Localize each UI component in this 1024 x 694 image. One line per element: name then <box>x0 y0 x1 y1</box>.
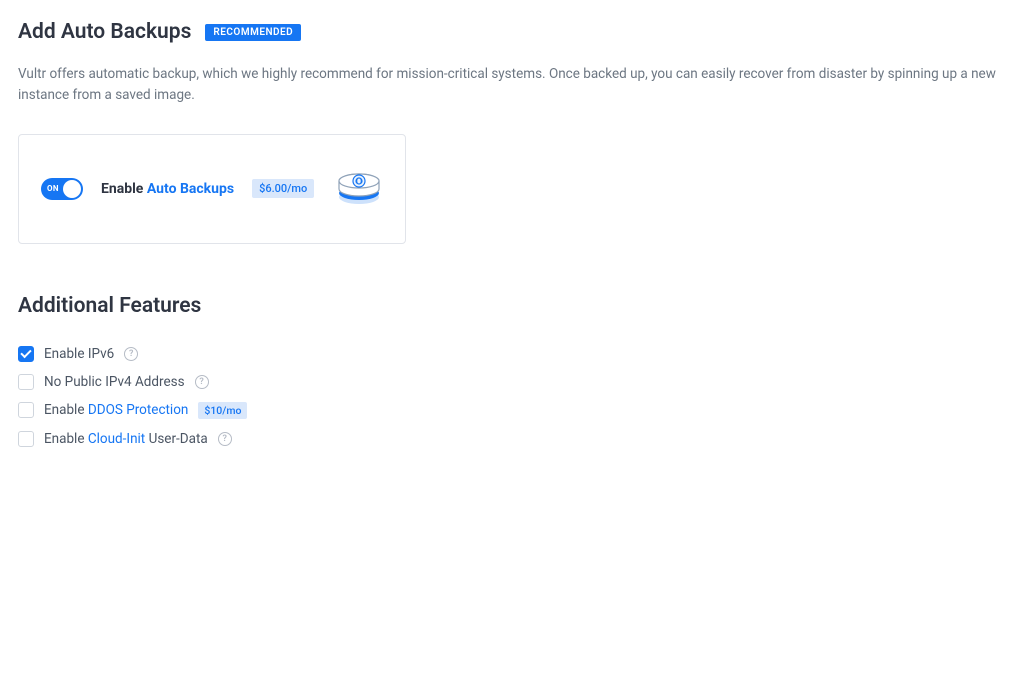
features-list: Enable IPv6?No Public IPv4 Address?Enabl… <box>18 346 1006 447</box>
help-icon[interactable]: ? <box>195 375 209 389</box>
feature-checkbox[interactable] <box>18 402 34 418</box>
feature-row: Enable IPv6? <box>18 346 1006 362</box>
feature-label: No Public IPv4 Address <box>44 374 185 390</box>
features-title: Additional Features <box>18 294 1006 318</box>
feature-price: $10/mo <box>198 402 247 419</box>
disk-stack-icon <box>335 163 383 215</box>
feature-label-text: Enable <box>44 402 88 418</box>
help-icon[interactable]: ? <box>124 347 138 361</box>
feature-label-text: Enable IPv6 <box>44 346 114 362</box>
feature-label-text: Enable <box>44 431 88 447</box>
auto-backups-label: Enable Auto Backups <box>101 181 234 197</box>
backup-card: ON Enable Auto Backups $6.00/mo <box>18 134 406 244</box>
feature-row: Enable DDOS Protection $10/mo <box>18 402 1006 419</box>
backups-title: Add Auto Backups <box>18 20 191 44</box>
feature-row: Enable Cloud-Init User-Data? <box>18 431 1006 447</box>
feature-label: Enable IPv6 <box>44 346 114 362</box>
auto-backups-price: $6.00/mo <box>252 179 314 198</box>
feature-label: Enable DDOS Protection <box>44 402 188 418</box>
auto-backups-toggle[interactable]: ON <box>41 178 83 200</box>
feature-row: No Public IPv4 Address? <box>18 374 1006 390</box>
backups-description: Vultr offers automatic backup, which we … <box>18 64 998 106</box>
feature-link[interactable]: DDOS Protection <box>88 402 189 418</box>
feature-label-suffix: User-Data <box>145 431 208 447</box>
feature-link[interactable]: Cloud-Init <box>88 431 145 447</box>
auto-backups-link[interactable]: Auto Backups <box>147 181 234 197</box>
toggle-state-label: ON <box>47 184 59 193</box>
feature-label-text: No Public IPv4 Address <box>44 374 185 390</box>
toggle-knob <box>63 180 81 198</box>
feature-label: Enable Cloud-Init User-Data <box>44 431 208 447</box>
feature-checkbox[interactable] <box>18 346 34 362</box>
help-icon[interactable]: ? <box>218 432 232 446</box>
feature-checkbox[interactable] <box>18 431 34 447</box>
recommended-badge: RECOMMENDED <box>205 24 301 41</box>
feature-checkbox[interactable] <box>18 374 34 390</box>
enable-prefix: Enable <box>101 181 147 197</box>
